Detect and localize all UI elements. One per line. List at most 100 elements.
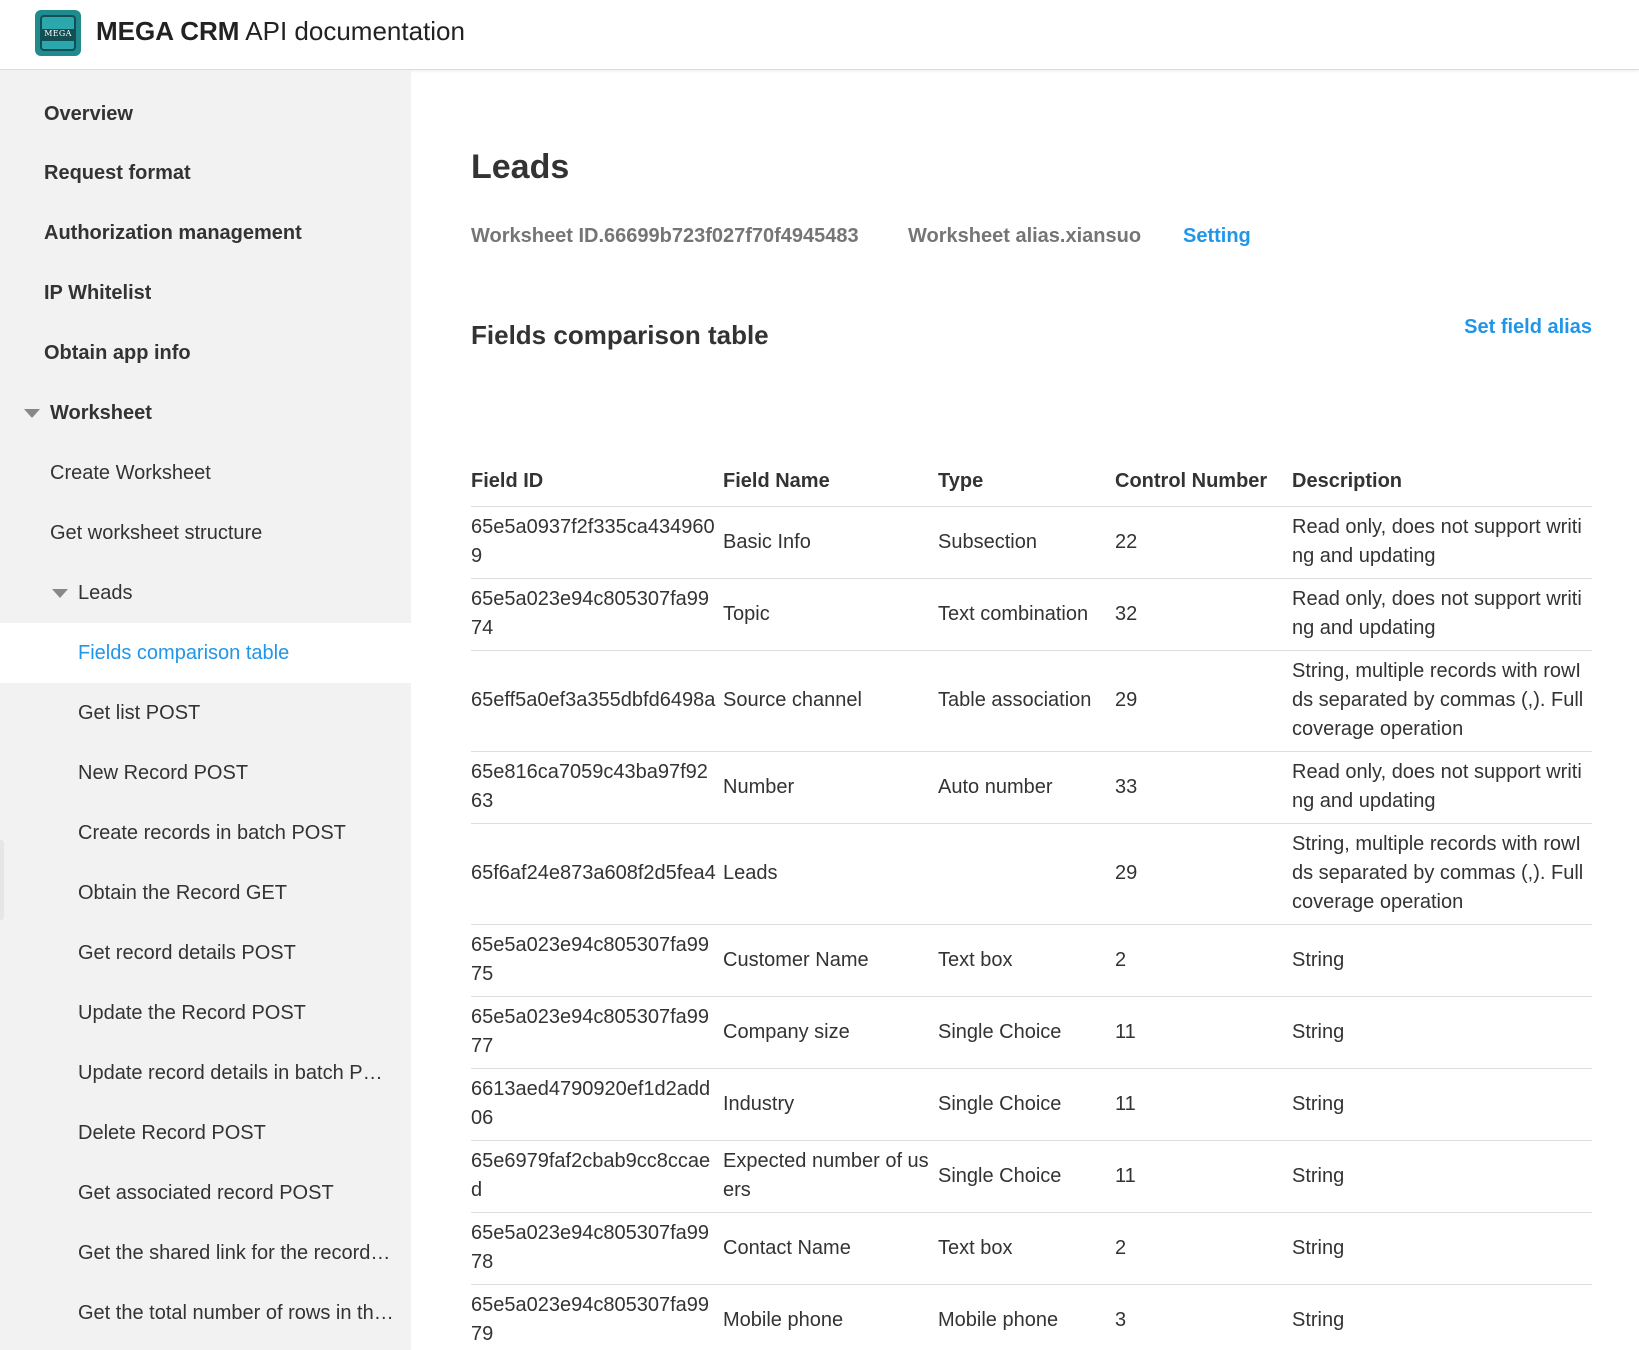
cell-name: Leads	[723, 823, 938, 925]
cell-type	[938, 823, 1115, 925]
table-row: 65e816ca7059c43ba97f9263 Number Auto numbe…	[471, 751, 1592, 824]
sidebar-item-get-associated-record[interactable]: Get associated record POST	[0, 1163, 411, 1223]
table-row: 65e5a0937f2f335ca4349609 Basic Info Subsec…	[471, 506, 1592, 579]
sidebar-item-label: Get record details POST	[78, 941, 296, 964]
cell-id: 65e5a023e94c805307fa9978	[471, 1212, 723, 1285]
logo-text: MEGA	[44, 28, 72, 38]
sidebar-item-get-list-post[interactable]: Get list POST	[0, 683, 411, 743]
sidebar-item-ip-whitelist[interactable]: IP Whitelist	[0, 263, 411, 323]
cell-name: Expected number of users	[723, 1140, 938, 1213]
cell-desc: String, multiple records with rowIds sep…	[1292, 823, 1592, 925]
sidebar-item-label: Update record details in batch P…	[78, 1061, 383, 1084]
cell-name: Topic	[723, 578, 938, 651]
cell-desc: String	[1292, 1140, 1592, 1213]
table-row: 65e5a023e94c805307fa9978 Contact Name Text…	[471, 1212, 1592, 1285]
cell-desc: Read only, does not support writing and …	[1292, 578, 1592, 651]
cell-control: 2	[1115, 924, 1292, 997]
sidebar-item-fields-comparison-table[interactable]: Fields comparison table	[0, 623, 411, 683]
cell-name: Industry	[723, 1068, 938, 1141]
sidebar-resize-handle[interactable]	[0, 840, 4, 920]
sidebar-item-label: Update the Record POST	[78, 1001, 306, 1024]
cell-type: Text box	[938, 924, 1115, 997]
cell-desc: String, multiple records with rowIds sep…	[1292, 650, 1592, 752]
cell-control: 2	[1115, 1212, 1292, 1285]
sidebar-item-label: Obtain the Record GET	[78, 881, 287, 904]
cell-id: 65e5a0937f2f335ca4349609	[471, 506, 723, 579]
sidebar-item-label: Obtain app info	[44, 341, 191, 364]
sidebar-item-get-record-details[interactable]: Get record details POST	[0, 923, 411, 983]
cell-name: Contact Name	[723, 1212, 938, 1285]
table-row: 65f6af24e873a608f2d5fea4 Leads 29 String, m…	[471, 823, 1592, 925]
cell-type: Auto number	[938, 751, 1115, 824]
sidebar-item-overview[interactable]: Overview	[0, 84, 411, 144]
column-header-field-id: Field ID	[471, 455, 723, 507]
cell-type: Subsection	[938, 506, 1115, 579]
app-title-bold: MEGA CRM	[96, 16, 240, 46]
setting-link[interactable]: Setting	[1183, 225, 1251, 248]
cell-control: 11	[1115, 1068, 1292, 1141]
sidebar-item-label: Leads	[78, 581, 133, 604]
column-header-description: Description	[1292, 455, 1592, 507]
set-field-alias-link[interactable]: Set field alias	[1464, 316, 1592, 339]
sidebar-item-label: New Record POST	[78, 761, 249, 784]
sidebar-item-label: Delete Record POST	[78, 1121, 266, 1144]
table-row: 65e5a023e94c805307fa9975 Customer Name Tex…	[471, 924, 1592, 997]
column-header-field-name: Field Name	[723, 455, 938, 507]
cell-id: 65e5a023e94c805307fa9975	[471, 924, 723, 997]
cell-id: 65e6979faf2cbab9cc8ccaed	[471, 1140, 723, 1213]
cell-type: Text combination	[938, 578, 1115, 651]
sidebar-item-get-total-rows[interactable]: Get the total number of rows in th…	[0, 1283, 411, 1343]
cell-id: 65eff5a0ef3a355dbfd6498a	[471, 650, 723, 752]
sidebar-item-label: Authorization management	[44, 221, 302, 244]
sidebar-item-leads[interactable]: Leads	[0, 563, 411, 623]
sidebar-item-obtain-record-get[interactable]: Obtain the Record GET	[0, 863, 411, 923]
sidebar-item-worksheet[interactable]: Worksheet	[0, 383, 411, 443]
logo-icon[interactable]: MEGA	[35, 10, 81, 56]
cell-name: Basic Info	[723, 506, 938, 579]
sidebar: Overview Request format Authorization ma…	[0, 70, 411, 1350]
table-row: 65e5a023e94c805307fa9977 Company size Sing…	[471, 996, 1592, 1069]
sidebar-item-new-record-post[interactable]: New Record POST	[0, 743, 411, 803]
cell-name: Company size	[723, 996, 938, 1069]
sidebar-item-get-worksheet-structure[interactable]: Get worksheet structure	[0, 503, 411, 563]
sidebar-item-obtain-app-info[interactable]: Obtain app info	[0, 323, 411, 383]
worksheet-id: Worksheet ID.66699b723f027f70f4945483	[471, 225, 859, 247]
sidebar-item-create-records-batch[interactable]: Create records in batch POST	[0, 803, 411, 863]
sidebar-item-get-shared-link[interactable]: Get the shared link for the record…	[0, 1223, 411, 1283]
cell-name: Source channel	[723, 650, 938, 752]
cell-type: Table association	[938, 650, 1115, 752]
fields-table: Field ID Field Name Type Control Number …	[471, 455, 1592, 1350]
caret-down-icon[interactable]	[52, 588, 68, 598]
cell-type: Text box	[938, 1212, 1115, 1285]
sidebar-item-update-record[interactable]: Update the Record POST	[0, 983, 411, 1043]
worksheet-alias: Worksheet alias.xiansuo	[908, 225, 1142, 247]
sidebar-item-create-worksheet[interactable]: Create Worksheet	[0, 443, 411, 503]
cell-name: Mobile phone	[723, 1284, 938, 1350]
cell-control: 3	[1115, 1284, 1292, 1350]
sidebar-item-label: Get the total number of rows in th…	[78, 1301, 394, 1324]
cell-id: 6613aed4790920ef1d2add06	[471, 1068, 723, 1141]
cell-desc: Read only, does not support writing and …	[1292, 751, 1592, 824]
caret-down-icon[interactable]	[24, 408, 40, 418]
table-row: 65e6979faf2cbab9cc8ccaed Expected number …	[471, 1140, 1592, 1213]
cell-desc: String	[1292, 996, 1592, 1069]
sidebar-item-label: Get the shared link for the record…	[78, 1241, 391, 1264]
app-header: MEGA MEGA CRM API documentation	[0, 0, 1639, 70]
table-header-row: Field ID Field Name Type Control Number …	[471, 455, 1592, 507]
sidebar-item-update-record-batch[interactable]: Update record details in batch P…	[0, 1043, 411, 1103]
sidebar-item-delete-record[interactable]: Delete Record POST	[0, 1103, 411, 1163]
table-body: 65e5a0937f2f335ca4349609 Basic Info Subsec…	[471, 506, 1592, 1350]
sidebar-item-request-format[interactable]: Request format	[0, 143, 411, 203]
cell-id: 65e816ca7059c43ba97f9263	[471, 751, 723, 824]
cell-control: 29	[1115, 823, 1292, 925]
app-title-rest: API documentation	[239, 16, 465, 46]
cell-control: 32	[1115, 578, 1292, 651]
cell-control: 29	[1115, 650, 1292, 752]
cell-type: Single Choice	[938, 1140, 1115, 1213]
cell-control: 11	[1115, 996, 1292, 1069]
column-header-type: Type	[938, 455, 1115, 507]
section-title: Fields comparison table	[471, 320, 769, 350]
sidebar-item-authorization-management[interactable]: Authorization management	[0, 203, 411, 263]
table-row: 65eff5a0ef3a355dbfd6498a Source channel Ta…	[471, 650, 1592, 752]
cell-id: 65f6af24e873a608f2d5fea4	[471, 823, 723, 925]
